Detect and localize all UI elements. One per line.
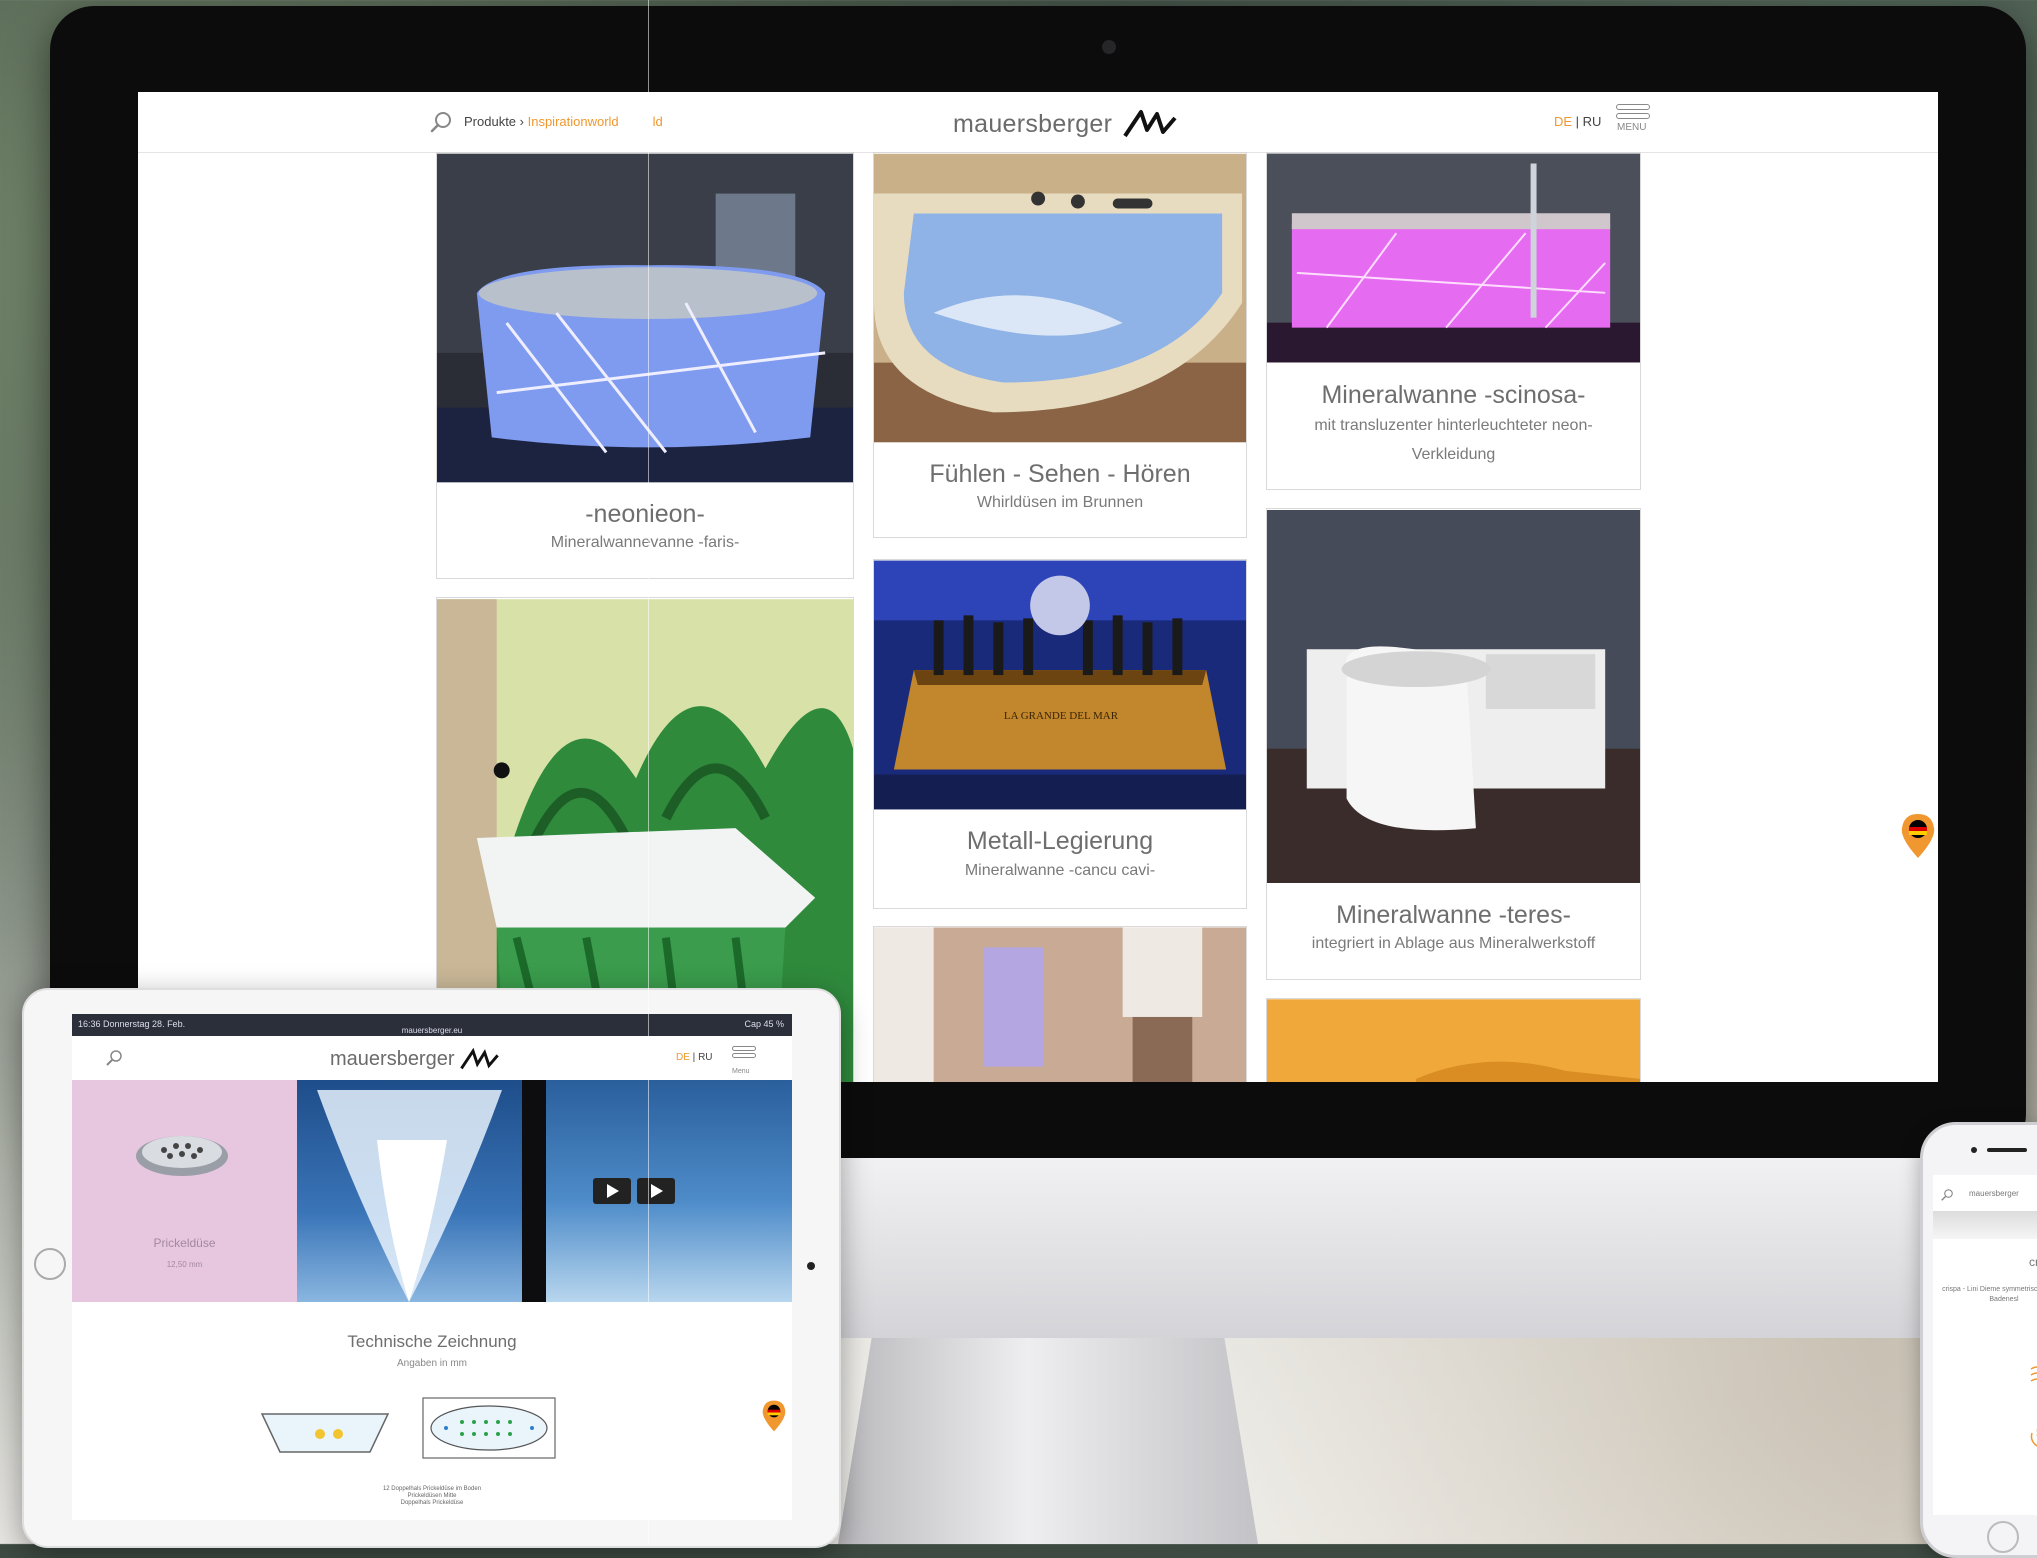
- desktop-screen: Produkte › Inspirationworld ld mauersberg…: [138, 92, 1938, 1082]
- card-image-scinosa: [1267, 153, 1640, 363]
- card-subtitle: mit transluzenter hinterleuchteter neon-…: [1314, 417, 1593, 463]
- champagne-label: LA GRANDE DEL MAR: [1003, 710, 1119, 722]
- menu-icon-bar: [1616, 104, 1650, 110]
- card-image-orange: [1267, 999, 1640, 1082]
- menu-icon-bar: [732, 1046, 756, 1051]
- lang-ru[interactable]: RU: [1583, 114, 1602, 129]
- spiral-icon: [2030, 1428, 2037, 1447]
- phone-hero: [1933, 1211, 2037, 1239]
- card-scinosa[interactable]: Mineralwanne -scinosa- mit transluzenter…: [1266, 152, 1641, 490]
- breadcrumb: Produkte › Inspirationworld ld: [464, 114, 663, 129]
- play-icon[interactable]: [637, 1178, 675, 1204]
- product-tile[interactable]: Prickeldüse 12,50 mm: [72, 1080, 297, 1302]
- site-logo[interactable]: mauersberger: [330, 1047, 502, 1071]
- card-title: Metall-Legierung: [966, 827, 1154, 855]
- lang-separator: |: [1572, 114, 1583, 129]
- tablet-screen: 16:36 Donnerstag 28. Feb. mauersberger.e…: [72, 1014, 792, 1520]
- video-tile[interactable]: [522, 1080, 792, 1302]
- tile-sublabel: 12,50 mm: [166, 1260, 203, 1269]
- ipad-device: 16:36 Donnerstag 28. Feb. mauersberger.e…: [22, 988, 841, 1548]
- lang-de[interactable]: DE: [676, 1052, 690, 1063]
- iphone-device: mauersberger crisp crispa - Lini Dieme s…: [1920, 1122, 2037, 1558]
- technical-drawing-top: [422, 1397, 556, 1459]
- menu-label: Menu: [732, 1068, 750, 1075]
- camera-icon: [1971, 1147, 1977, 1153]
- phone-title: crisp: [2029, 1255, 2037, 1269]
- menu-icon-bar: [1616, 113, 1650, 119]
- search-icon[interactable]: [430, 111, 452, 133]
- phone-body: crispa - Lini Dieme symmetrischer Form B…: [1942, 1286, 2037, 1303]
- bubble-image: [297, 1080, 522, 1302]
- home-button[interactable]: [34, 1248, 66, 1280]
- nozzle-image: [136, 1136, 228, 1176]
- card-neon[interactable]: -neonieon- Mineralwannevanne -faris-: [436, 152, 854, 579]
- menu-icon-bar: [732, 1053, 756, 1058]
- camera-icon: [807, 1262, 815, 1270]
- logo-mark-icon: [1123, 110, 1178, 138]
- lang-ru[interactable]: RU: [698, 1052, 712, 1063]
- card-orange[interactable]: [1266, 998, 1641, 1082]
- status-bar: 16:36 Donnerstag 28. Feb. mauersberger.e…: [72, 1014, 792, 1036]
- lang-separator: |: [689, 1052, 699, 1063]
- card-teres[interactable]: Mineralwanne -teres- integriert in Ablag…: [1266, 508, 1641, 980]
- card-subtitle: Whirldüsen im Brunnen: [976, 494, 1144, 511]
- tile-label: Prickeldüse: [153, 1236, 216, 1250]
- search-icon[interactable]: [106, 1050, 122, 1066]
- bubbles-illustration: [317, 1090, 502, 1302]
- site-logo[interactable]: mauersberger: [953, 108, 1181, 139]
- section-subheading: Angaben in mm: [396, 1358, 468, 1369]
- drawing-legend: 12 Doppelhals Prickeldüse im Boden Prick…: [72, 1486, 792, 1507]
- menu-button[interactable]: Menu: [732, 1046, 756, 1078]
- card-image-whirlpool: [874, 153, 1246, 443]
- card-title: -neonieon-: [585, 500, 705, 528]
- language-switcher: DE | RU: [676, 1052, 713, 1063]
- card-metall[interactable]: LA GRANDE DEL MAR Metall-Legierung Miner…: [873, 559, 1247, 909]
- location-pin-icon[interactable]: [1898, 812, 1938, 860]
- card-bathroom[interactable]: [873, 926, 1247, 1082]
- status-url: mauersberger.eu: [401, 1026, 463, 1035]
- camera-icon: [1102, 40, 1116, 54]
- imac-stand: [838, 1338, 1258, 1544]
- search-icon[interactable]: [1941, 1189, 1953, 1201]
- breadcrumb-produkte[interactable]: Produkte: [464, 114, 516, 129]
- breadcrumb-current[interactable]: Inspirationworld: [528, 114, 619, 129]
- language-switcher: DE | RU: [1554, 114, 1601, 129]
- menu-label: MENU: [1617, 122, 1647, 133]
- card-subtitle: Mineralwannevanne -faris-: [550, 534, 740, 551]
- speaker-grill: [1987, 1148, 2027, 1152]
- legend-item: Prickeldüsen Mitte: [407, 1493, 457, 1499]
- legend-item: Doppelhals Prickeldüse: [400, 1500, 464, 1506]
- card-title: Fühlen - Sehen - Hören: [929, 460, 1191, 488]
- card-title: Mineralwanne -scinosa-: [1321, 381, 1586, 409]
- location-pin-icon[interactable]: [760, 1399, 788, 1433]
- home-button[interactable]: [1987, 1521, 2019, 1553]
- lang-de[interactable]: DE: [1554, 114, 1572, 129]
- site-header: Produkte › Inspirationworld ld mauersberg…: [138, 92, 1938, 153]
- logo-text: mauersberger: [953, 110, 1113, 138]
- logo-mark-icon: [460, 1047, 499, 1070]
- phone-screen: mauersberger crisp crispa - Lini Dieme s…: [1933, 1175, 2037, 1515]
- menu-button[interactable]: MENU: [1614, 104, 1654, 144]
- card-image-champagne: [874, 560, 1246, 810]
- play-icon[interactable]: [593, 1178, 631, 1204]
- logo-text: mauersberger: [330, 1048, 455, 1070]
- breadcrumb-separator: ›: [516, 114, 528, 129]
- technical-drawing-side: [260, 1413, 390, 1453]
- legend-item: 12 Doppelhals Prickeldüse im Boden: [382, 1486, 482, 1492]
- card-image-teres: [1267, 510, 1640, 883]
- card-fuehlen[interactable]: Fühlen - Sehen - Hören Whirldüsen im Bru…: [873, 152, 1247, 538]
- card-subtitle: integriert in Ablage aus Mineralwerkstof…: [1311, 935, 1596, 952]
- phone-logo[interactable]: mauersberger: [1969, 1189, 2019, 1198]
- water-icon: [2030, 1366, 2037, 1382]
- status-battery: Cap 45 %: [744, 1019, 784, 1029]
- card-image-bathroom: [874, 927, 1246, 1082]
- breadcrumb-ghost: ld: [652, 114, 663, 129]
- card-subtitle: Mineralwanne -cancu cavi-: [964, 862, 1156, 879]
- divider-line: [648, 0, 649, 1544]
- card-title: Mineralwanne -teres-: [1336, 901, 1571, 929]
- tablet-header: mauersberger DE | RU Menu: [72, 1036, 792, 1081]
- card-image-neon-tub: [437, 153, 853, 483]
- section-heading: Technische Zeichnung: [347, 1332, 517, 1351]
